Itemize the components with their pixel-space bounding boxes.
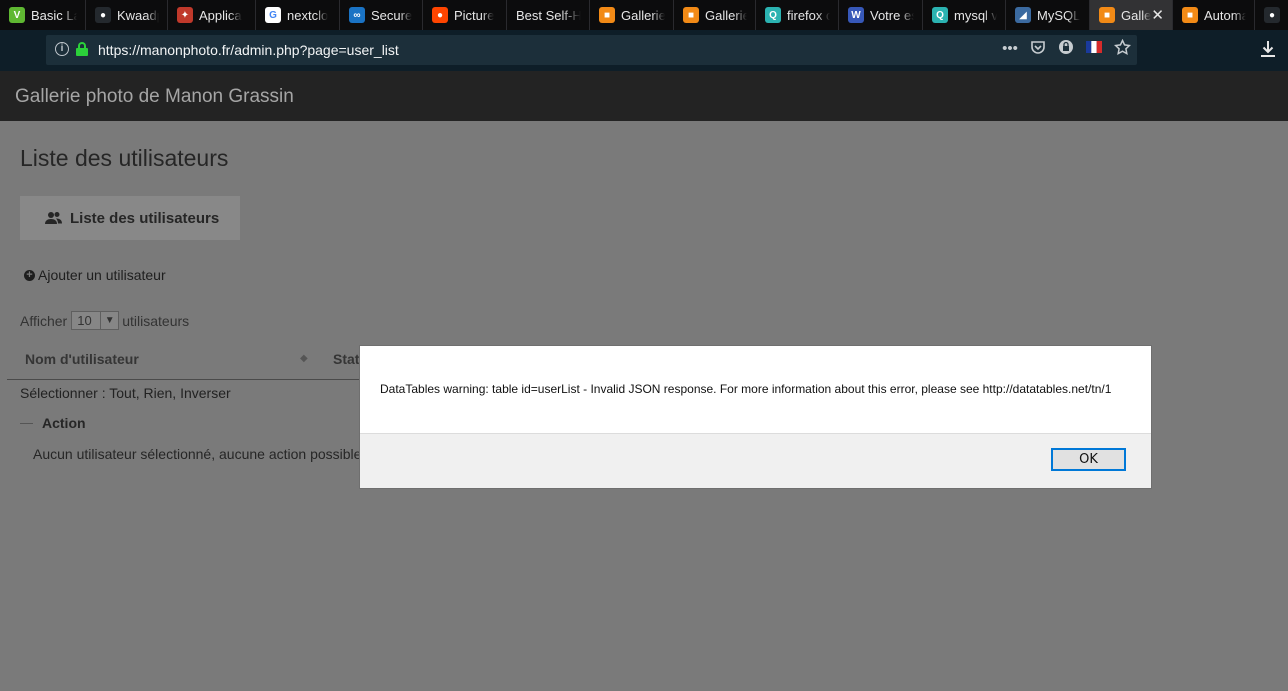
- tab-title: Automa: [1204, 7, 1246, 23]
- add-user-label: Ajouter un utilisateur: [38, 267, 166, 283]
- download-icon[interactable]: [1260, 40, 1276, 60]
- browser-tab[interactable]: ◢ MySQL: [1006, 0, 1090, 30]
- site-title[interactable]: Gallerie photo de Manon Grassin: [15, 86, 294, 108]
- tab-title: Secure: [371, 7, 413, 23]
- action-legend-label: Action: [42, 415, 86, 431]
- browser-tab[interactable]: Qfirefox c: [756, 0, 839, 30]
- tab-favicon-icon: ◢: [1015, 7, 1031, 23]
- page-title: Liste des utilisateurs: [20, 145, 229, 171]
- tab-favicon-icon: Q: [765, 7, 781, 23]
- tab-title: firefox c: [787, 7, 830, 23]
- browser-tab[interactable]: V Basic La: [0, 0, 86, 30]
- tab-favicon-icon: ✦: [177, 7, 193, 23]
- page-length-control: Afficher 10 ▼ utilisateurs: [20, 311, 189, 330]
- action-legend: Action: [20, 415, 86, 431]
- browser-tab[interactable]: W Votre es: [839, 0, 923, 30]
- tab-title: Kwaadp: [117, 7, 159, 23]
- plus-circle-icon: +: [24, 269, 35, 281]
- tab-user-list[interactable]: Liste des utilisateurs: [20, 196, 240, 240]
- tab-title: mysql v: [954, 7, 997, 23]
- sort-icon[interactable]: ◆: [300, 353, 308, 364]
- tab-favicon-icon: ●: [95, 7, 111, 23]
- tab-favicon-icon: ■: [683, 7, 699, 23]
- browser-tab[interactable]: ■ Galle ✕: [1090, 0, 1173, 30]
- info-icon[interactable]: i: [55, 42, 69, 56]
- browser-tab[interactable]: ● Kwaadp: [86, 0, 168, 30]
- select-label: Sélectionner :: [20, 385, 106, 401]
- selection-row: Sélectionner : Tout, Rien, Inverser: [20, 385, 231, 401]
- tab-title: Picture: [454, 7, 495, 23]
- lock-icon[interactable]: [76, 42, 88, 56]
- chevron-down-icon: ▼: [100, 312, 118, 329]
- browser-tab-strip: V Basic La ● Kwaadp ✦ Applica Gnextclo ∞ Secure ●…: [0, 0, 1288, 30]
- tab-favicon-icon: Q: [932, 7, 948, 23]
- tab-title: Gallerie: [705, 7, 747, 23]
- tab-favicon-icon: ●: [1264, 7, 1280, 23]
- tab-favicon-icon: G: [265, 7, 281, 23]
- ok-button[interactable]: OK: [1051, 448, 1126, 471]
- column-header-username[interactable]: Nom d'utilisateur: [25, 351, 139, 367]
- tab-label: Liste des utilisateurs: [70, 209, 220, 227]
- no-action-message: Aucun utilisateur sélectionné, aucune ac…: [33, 446, 366, 462]
- tab-favicon-icon: ■: [599, 7, 615, 23]
- tab-close-icon[interactable]: ✕: [1151, 6, 1164, 24]
- show-prefix: Afficher: [20, 312, 68, 329]
- tab-favicon-icon: W: [848, 7, 864, 23]
- show-suffix: utilisateurs: [122, 312, 190, 329]
- url-bar[interactable]: i https://manonphoto.fr/admin.php?page=u…: [46, 35, 1137, 65]
- add-user-link[interactable]: + Ajouter un utilisateur: [24, 267, 166, 283]
- select-all-link[interactable]: Tout: [109, 385, 135, 401]
- browser-nav-bar: i https://manonphoto.fr/admin.php?page=u…: [0, 30, 1288, 71]
- legend-dash: [20, 422, 33, 424]
- pocket-icon[interactable]: [1029, 39, 1047, 59]
- tab-title: Applica: [199, 7, 242, 23]
- select-none-link[interactable]: Rien: [144, 385, 173, 401]
- tab-favicon-icon: V: [9, 7, 25, 23]
- tab-title: Best Self-H: [516, 7, 581, 23]
- browser-tab[interactable]: Qmysql v: [923, 0, 1006, 30]
- url-text[interactable]: https://manonphoto.fr/admin.php?page=use…: [98, 42, 399, 58]
- tab-favicon-icon: ∞: [349, 7, 365, 23]
- table-divider: [7, 379, 367, 380]
- page-length-select[interactable]: 10 ▼: [71, 311, 120, 330]
- browser-tab[interactable]: ■ Gallerie: [674, 0, 756, 30]
- shield-icon[interactable]: [1057, 39, 1075, 59]
- browser-tab[interactable]: ●n: [1255, 0, 1288, 30]
- tab-title: Gallerie: [621, 7, 665, 23]
- tab-title: Votre es: [870, 7, 914, 23]
- tab-favicon-icon: ■: [1182, 7, 1198, 23]
- alert-footer: OK: [360, 433, 1151, 488]
- browser-tab[interactable]: ✦ Applica: [168, 0, 256, 30]
- browser-tab[interactable]: ■ Automa: [1173, 0, 1255, 30]
- flag-icon[interactable]: [1085, 39, 1103, 59]
- url-actions: •••: [1001, 38, 1131, 59]
- select-invert-link[interactable]: Inverser: [180, 385, 231, 401]
- alert-message: DataTables warning: table id=userList - …: [380, 382, 1112, 396]
- browser-tab[interactable]: ● Picture: [423, 0, 507, 30]
- page-length-value: 10: [77, 313, 92, 328]
- tab-favicon-icon: ●: [432, 7, 448, 23]
- users-icon: [45, 211, 62, 225]
- browser-tab[interactable]: Gnextclo: [256, 0, 340, 30]
- alert-dialog: DataTables warning: table id=userList - …: [359, 345, 1152, 489]
- tab-title: MySQL: [1037, 7, 1081, 23]
- browser-tab[interactable]: Best Self-H: [507, 0, 590, 30]
- tab-title: nextclo: [287, 7, 329, 23]
- site-header: Gallerie photo de Manon Grassin: [0, 71, 1288, 121]
- more-icon[interactable]: •••: [1001, 39, 1019, 59]
- tab-title: Basic La: [31, 7, 77, 23]
- browser-tab[interactable]: ∞ Secure: [340, 0, 423, 30]
- star-icon[interactable]: [1113, 38, 1131, 59]
- column-header-status[interactable]: Stat: [333, 351, 359, 367]
- tab-favicon-icon: ■: [1099, 7, 1115, 23]
- tab-title: Galle: [1121, 7, 1152, 23]
- browser-tab[interactable]: ■ Gallerie: [590, 0, 674, 30]
